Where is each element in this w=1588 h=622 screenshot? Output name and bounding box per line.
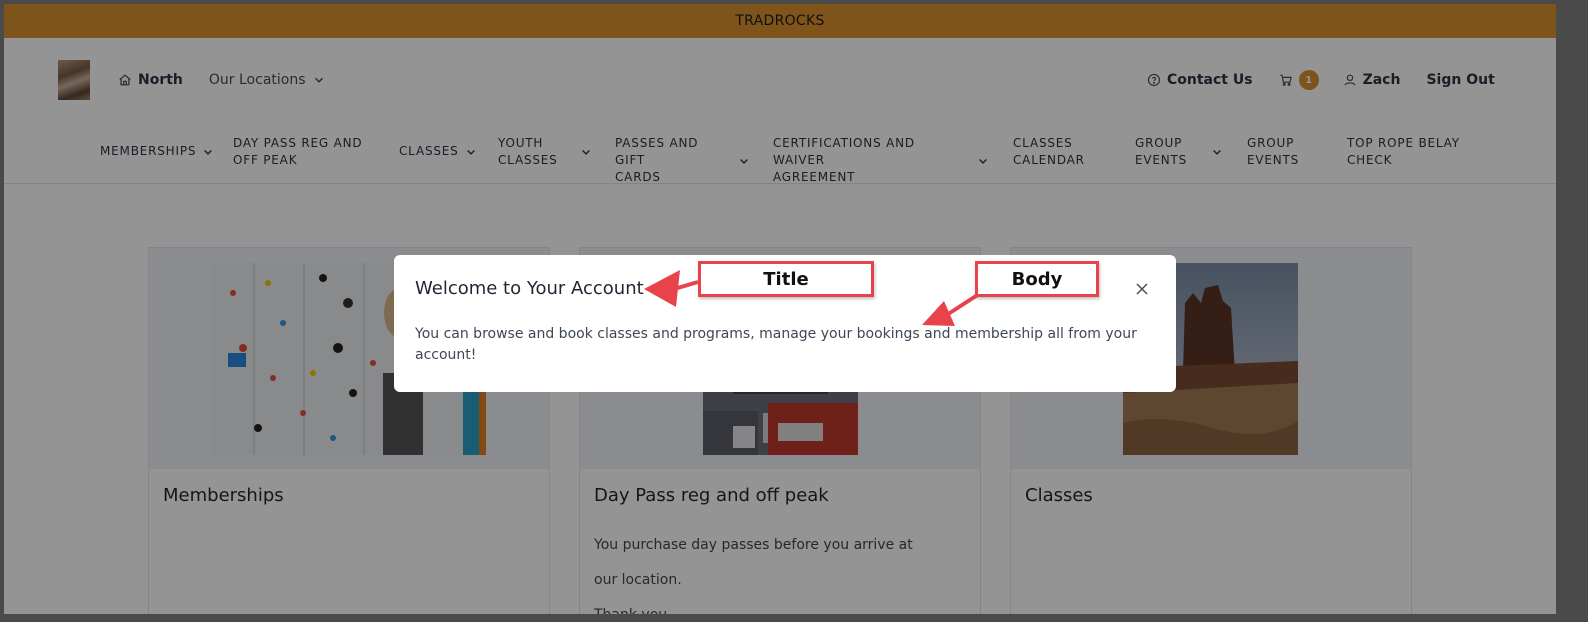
- body-callout: Body: [975, 261, 1099, 297]
- title-callout: Title: [698, 261, 874, 297]
- modal-body: You can browse and book classes and prog…: [415, 326, 1137, 363]
- app-window: TRADROCKS North Our Locations Contact Us…: [4, 4, 1556, 614]
- close-button[interactable]: [1134, 281, 1150, 297]
- close-icon: [1136, 283, 1148, 295]
- modal-title: Welcome to Your Account: [415, 278, 644, 299]
